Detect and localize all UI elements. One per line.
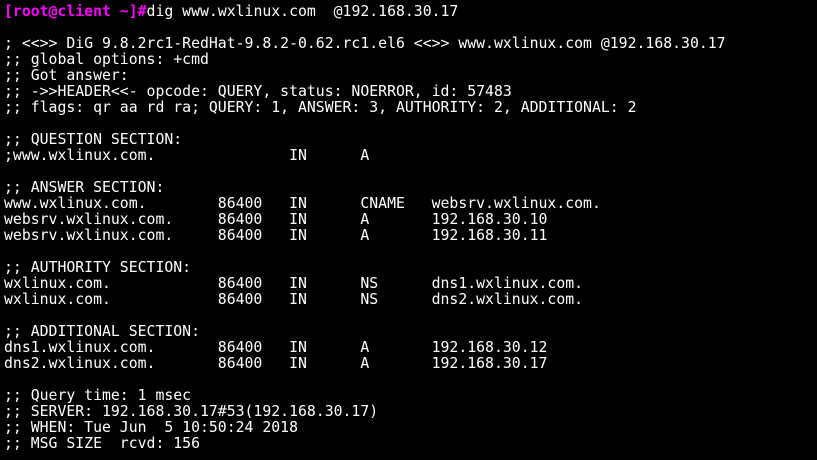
output-line: ;; QUESTION SECTION: xyxy=(4,132,183,148)
output-line: ; <<>> DiG 9.8.2rc1-RedHat-9.8.2-0.62.rc… xyxy=(4,36,726,52)
output-line: ;; Got answer: xyxy=(4,68,129,84)
output-line: ;; ANSWER SECTION: xyxy=(4,180,165,196)
output-line: ;; MSG SIZE rcvd: 156 xyxy=(4,436,200,452)
output-line: websrv.wxlinux.com. 86400 IN A 192.168.3… xyxy=(4,212,548,228)
output-line: ;www.wxlinux.com. IN A xyxy=(4,148,370,164)
output-line: ;; AUTHORITY SECTION: xyxy=(4,260,192,276)
output-line: ;; flags: qr aa rd ra; QUERY: 1, ANSWER:… xyxy=(4,100,637,116)
terminal-window[interactable]: [root@client ~]#dig www.wxlinux.com @192… xyxy=(0,0,817,460)
output-line: ;; ->>HEADER<<- opcode: QUERY, status: N… xyxy=(4,84,512,100)
command-text: dig www.wxlinux.com @192.168.30.17 xyxy=(146,4,459,20)
output-line: ;; SERVER: 192.168.30.17#53(192.168.30.1… xyxy=(4,404,379,420)
output-line: dns1.wxlinux.com. 86400 IN A 192.168.30.… xyxy=(4,340,548,356)
output-line: ;; WHEN: Tue Jun 5 10:50:24 2018 xyxy=(4,420,298,436)
output-line: www.wxlinux.com. 86400 IN CNAME websrv.w… xyxy=(4,196,601,212)
output-line: ;; global options: +cmd xyxy=(4,52,209,68)
output-line: dns2.wxlinux.com. 86400 IN A 192.168.30.… xyxy=(4,356,548,372)
command-line: [root@client ~]#dig www.wxlinux.com @192… xyxy=(4,4,817,20)
output-line: wxlinux.com. 86400 IN NS dns1.wxlinux.co… xyxy=(4,276,584,292)
output-line: ;; ADDITIONAL SECTION: xyxy=(4,324,200,340)
shell-prompt: [root@client ~]# xyxy=(4,4,147,20)
output-line: wxlinux.com. 86400 IN NS dns2.wxlinux.co… xyxy=(4,292,584,308)
command-output: ; <<>> DiG 9.8.2rc1-RedHat-9.8.2-0.62.rc… xyxy=(4,20,817,452)
output-line: websrv.wxlinux.com. 86400 IN A 192.168.3… xyxy=(4,228,548,244)
output-line: ;; Query time: 1 msec xyxy=(4,388,192,404)
